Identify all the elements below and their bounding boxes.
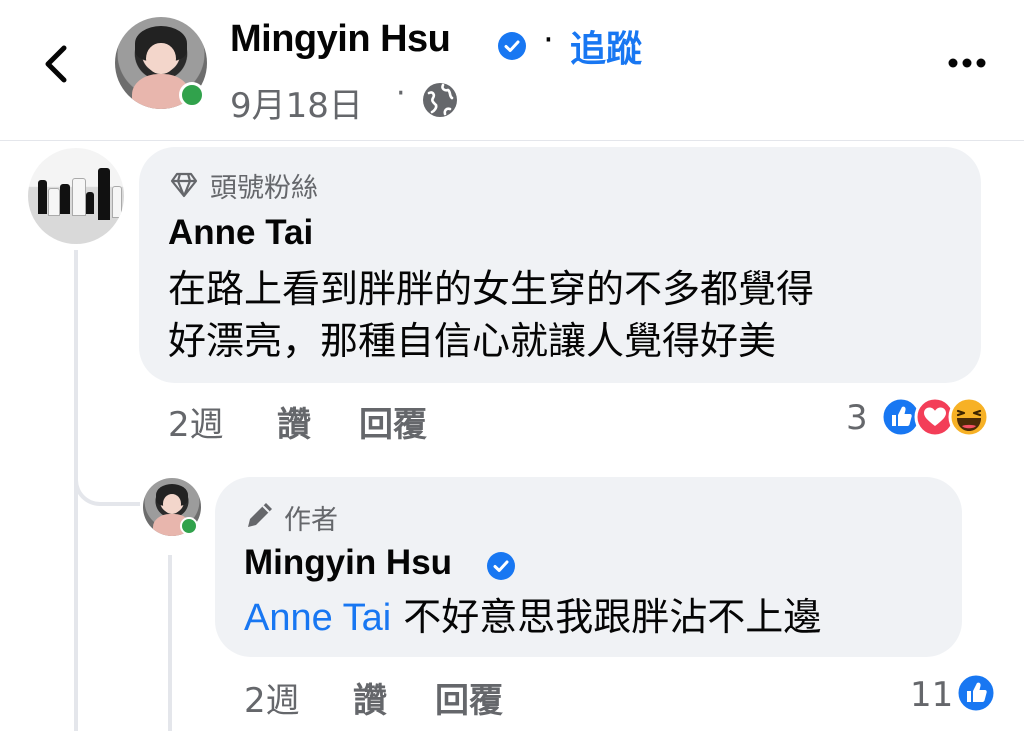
comment-timestamp[interactable]: 2週 (168, 397, 224, 446)
reply-text-body: 不好意思我跟胖沾不上邊 (391, 595, 822, 639)
reply-button[interactable]: 回覆 (359, 397, 427, 446)
pencil-icon (248, 503, 272, 527)
commenter-avatar[interactable] (28, 148, 124, 244)
online-status-dot (179, 82, 205, 108)
reaction-count[interactable]: 3 (846, 398, 868, 438)
follow-button[interactable]: 追蹤 (570, 20, 642, 72)
comment-text-line: 好漂亮，那種自信心就讓人覺得好美 (168, 319, 777, 363)
thread-line (168, 555, 172, 731)
post-author-name[interactable]: Mingyin Hsu (230, 18, 451, 61)
thread-connector (74, 440, 140, 506)
reactions-summary[interactable] (880, 396, 1000, 438)
separator-dot: · (543, 20, 554, 60)
verified-badge-icon (487, 552, 515, 580)
comment-author[interactable]: Anne Tai (168, 213, 313, 253)
like-reaction-icon (880, 396, 922, 438)
reply-text: Anne Tai 不好意思我跟胖沾不上邊 (244, 591, 821, 644)
author-badge: 作者 (284, 505, 338, 536)
verified-badge-icon (498, 32, 526, 60)
diamond-icon (170, 172, 198, 198)
like-reaction-icon[interactable] (955, 672, 997, 714)
reaction-count[interactable]: 11 (910, 675, 953, 715)
online-status-dot (180, 517, 198, 535)
like-button[interactable]: 讚 (353, 673, 387, 722)
mention-link[interactable]: Anne Tai (244, 597, 391, 639)
reply-button[interactable]: 回覆 (435, 673, 503, 722)
love-reaction-icon (914, 396, 956, 438)
comment-text-line: 在路上看到胖胖的女生穿的不多都覺得 (168, 267, 815, 311)
header-divider (0, 140, 1024, 141)
post-date[interactable]: 9月18日 (230, 78, 363, 127)
more-options-button[interactable] (945, 55, 989, 71)
comment-author[interactable]: Mingyin Hsu (244, 543, 452, 583)
back-button[interactable] (36, 40, 76, 88)
globe-icon (423, 83, 457, 117)
chevron-left-icon (45, 45, 67, 83)
comment-timestamp[interactable]: 2週 (244, 673, 300, 722)
separator-dot: · (396, 76, 406, 111)
like-button[interactable]: 讚 (277, 397, 311, 446)
haha-reaction-icon (948, 396, 990, 438)
top-fan-badge: 頭號粉絲 (210, 173, 318, 204)
more-horizontal-icon (948, 58, 986, 68)
